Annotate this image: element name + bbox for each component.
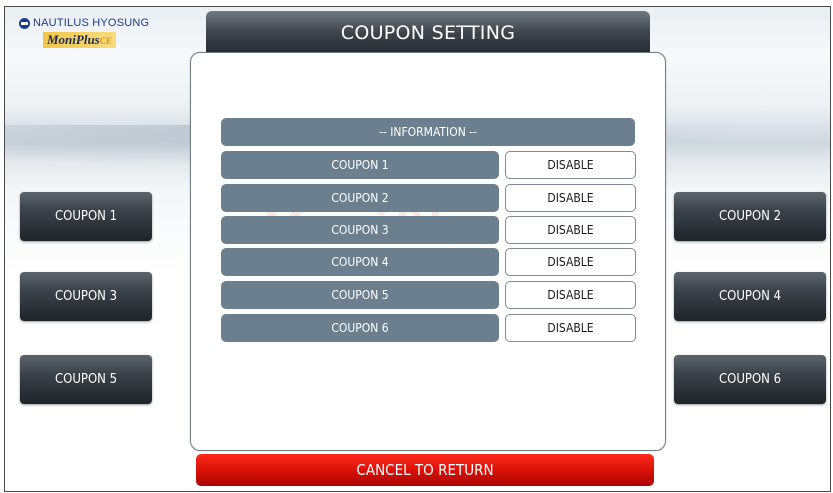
coupon-1-button[interactable]: COUPON 1 xyxy=(20,192,152,241)
coupon-4-button[interactable]: COUPON 4 xyxy=(674,272,826,321)
coupon-row-label: COUPON 5 xyxy=(221,281,499,309)
product-logo: MoniPlusCE xyxy=(43,32,116,48)
coupon-status-value: DISABLE xyxy=(505,281,636,309)
coupon-2-button[interactable]: COUPON 2 xyxy=(674,192,826,241)
coupon-status-value: DISABLE xyxy=(505,184,636,212)
coupon-status-value: DISABLE xyxy=(505,314,636,342)
coupon-row-label: COUPON 1 xyxy=(221,151,499,179)
coupon-row-label: COUPON 2 xyxy=(221,184,499,212)
coupon-status-value: DISABLE xyxy=(505,248,636,276)
coupon-row-label: COUPON 4 xyxy=(221,248,499,276)
brand-product: MoniPlus xyxy=(47,32,100,47)
brand-company: NAUTILUS HYOSUNG xyxy=(33,17,150,29)
coupon-row-label: COUPON 6 xyxy=(221,314,499,342)
coupon-3-button[interactable]: COUPON 3 xyxy=(20,272,152,321)
coupon-5-button[interactable]: COUPON 5 xyxy=(20,355,152,404)
page-title: COUPON SETTING xyxy=(206,11,650,55)
coupon-status-value: DISABLE xyxy=(505,216,636,244)
brand-product-suffix: CE xyxy=(99,36,112,46)
coupon-status-value: DISABLE xyxy=(505,151,636,179)
cancel-to-return-button[interactable]: CANCEL TO RETURN xyxy=(196,454,654,486)
coupon-row-label: COUPON 3 xyxy=(221,216,499,244)
hyosung-logo-icon xyxy=(19,17,30,29)
brand-logo: NAUTILUS HYOSUNG MoniPlusCE xyxy=(19,17,184,57)
coupon-6-button[interactable]: COUPON 6 xyxy=(674,355,826,404)
info-header: -- INFORMATION -- xyxy=(221,118,635,146)
